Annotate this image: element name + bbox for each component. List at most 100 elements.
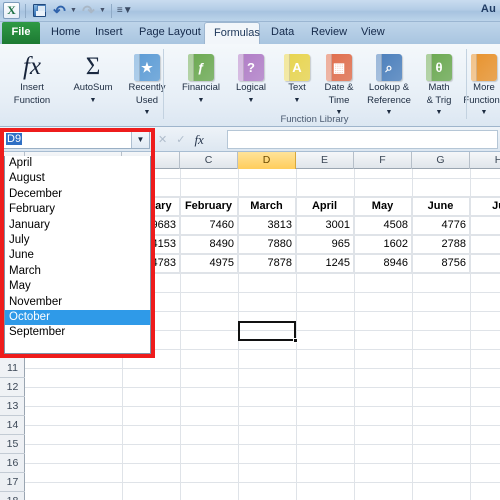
formula-input[interactable] xyxy=(227,130,498,149)
formula-bar-buttons: ✕ ✓ fx xyxy=(158,130,204,149)
date-time-book-icon: ▦ xyxy=(326,54,352,81)
excel-window: X ↶ ▼ ↷ ▼ ≡▼ Au File Home Insert Page Layou… xyxy=(0,0,500,500)
cell-H[interactable]: 9 xyxy=(470,235,500,254)
cell-G[interactable]: June xyxy=(412,197,470,216)
dropdown-item-december[interactable]: December xyxy=(5,187,150,202)
customize-qat-icon[interactable]: ≡▼ xyxy=(117,5,133,16)
cell-H[interactable]: 4 xyxy=(470,216,500,235)
redo-dropdown-icon[interactable]: ▼ xyxy=(99,7,106,14)
dropdown-item-march[interactable]: March xyxy=(5,264,150,279)
enter-icon[interactable]: ✓ xyxy=(176,133,185,146)
undo-dropdown-icon[interactable]: ▼ xyxy=(70,7,77,14)
ribbon-button-recently-used[interactable]: ★ Recently Used ▼ xyxy=(118,47,176,119)
cell-C[interactable]: 8490 xyxy=(180,235,238,254)
column-header-G[interactable]: G xyxy=(412,152,470,169)
cell-H[interactable]: 3 xyxy=(470,254,500,273)
tab-home[interactable]: Home xyxy=(42,22,84,44)
row-header-18[interactable]: 18 xyxy=(0,492,25,500)
cell-C[interactable]: February xyxy=(180,197,238,216)
fx-icon[interactable]: fx xyxy=(194,132,203,148)
dropdown-item-april[interactable]: April xyxy=(5,156,150,171)
ribbon-button-insert-function[interactable]: fx Insert Function xyxy=(3,47,61,106)
group-divider-2 xyxy=(466,49,467,119)
redo-button[interactable]: ↷ xyxy=(80,2,97,20)
logical-book-icon: ? xyxy=(238,54,264,81)
ribbon-button-label-2: Used xyxy=(135,94,159,106)
row-header-11[interactable]: 11 xyxy=(0,359,25,378)
dropdown-item-october[interactable]: October xyxy=(5,309,150,326)
dropdown-item-august[interactable]: August xyxy=(5,171,150,186)
cell-C[interactable]: 4975 xyxy=(180,254,238,273)
tab-insert[interactable]: Insert xyxy=(86,22,128,44)
excel-logo-icon[interactable]: X xyxy=(3,2,20,19)
gridline xyxy=(25,444,500,445)
row-header-16[interactable]: 16 xyxy=(0,454,25,473)
name-box-dropdown-annotation: April August December February January July Ju… xyxy=(0,128,155,358)
named-range-dropdown-list[interactable]: April August December February January July Ju… xyxy=(4,156,151,354)
dropdown-item-november[interactable]: November xyxy=(5,295,150,310)
dropdown-item-february[interactable]: February xyxy=(5,202,150,217)
financial-book-icon: ƒ xyxy=(188,54,214,81)
column-header-F[interactable]: F xyxy=(354,152,412,169)
column-header-E[interactable]: E xyxy=(296,152,354,169)
column-header-D[interactable]: D xyxy=(238,152,296,169)
row-header-17[interactable]: 17 xyxy=(0,473,25,492)
row-header-15[interactable]: 15 xyxy=(0,435,25,454)
dropdown-arrow-icon[interactable]: ▼ xyxy=(64,96,122,107)
name-box-dropdown-anchor[interactable] xyxy=(4,132,151,156)
function-library-group-label: Function Library xyxy=(280,114,349,125)
tab-view[interactable]: View xyxy=(352,22,392,44)
tab-page-layout[interactable]: Page Layout xyxy=(130,22,202,44)
cell-G[interactable]: 8756 xyxy=(412,254,470,273)
save-button[interactable] xyxy=(31,2,48,19)
cell-C[interactable]: 7460 xyxy=(180,216,238,235)
cell-G[interactable]: 2788 xyxy=(412,235,470,254)
cell-E[interactable]: 1245 xyxy=(296,254,354,273)
redo-arrow-icon: ↷ xyxy=(82,2,95,20)
cell-H[interactable]: Ju xyxy=(470,197,500,216)
dropdown-item-june[interactable]: June xyxy=(5,248,150,263)
dropdown-item-may[interactable]: May xyxy=(5,279,150,294)
column-header-C[interactable]: C xyxy=(180,152,238,169)
gridline xyxy=(25,387,500,388)
cell-F[interactable]: 8946 xyxy=(354,254,412,273)
tab-data[interactable]: Data xyxy=(262,22,300,44)
ribbon-button-label: Insert xyxy=(20,82,44,93)
window-title: Au xyxy=(480,3,496,15)
tab-formulas[interactable]: Formulas xyxy=(204,22,260,44)
cell-F[interactable]: 4508 xyxy=(354,216,412,235)
cell-D[interactable]: 7878 xyxy=(238,254,296,273)
row-header-13[interactable]: 13 xyxy=(0,397,25,416)
active-cell-selection[interactable] xyxy=(238,321,296,341)
text-book-icon: A xyxy=(284,54,310,81)
ribbon-button-autosum[interactable]: Σ AutoSum ▼ xyxy=(64,47,122,106)
tab-file[interactable]: File xyxy=(2,22,40,44)
column-header-H[interactable]: H xyxy=(470,152,500,169)
ribbon-button-more-functions[interactable]: MoreFunctions▼ xyxy=(455,47,500,119)
qat-divider-2 xyxy=(110,3,112,18)
cell-G[interactable]: 4776 xyxy=(412,216,470,235)
row-header-14[interactable]: 14 xyxy=(0,416,25,435)
cell-D[interactable]: 3813 xyxy=(238,216,296,235)
dropdown-item-september[interactable]: September xyxy=(5,325,150,340)
dropdown-item-july[interactable]: July xyxy=(5,233,150,248)
lookup-reference-book-icon: ⌕ xyxy=(376,54,402,81)
cell-E[interactable]: 3001 xyxy=(296,216,354,235)
undo-button[interactable]: ↶ xyxy=(51,2,68,20)
save-icon xyxy=(33,4,46,17)
row-header-12[interactable]: 12 xyxy=(0,378,25,397)
cell-E[interactable]: 965 xyxy=(296,235,354,254)
gridline xyxy=(25,482,500,483)
fill-handle[interactable] xyxy=(293,338,298,343)
ribbon-button-label: Recently xyxy=(128,82,166,93)
cell-D[interactable]: 7880 xyxy=(238,235,296,254)
tab-review[interactable]: Review xyxy=(302,22,350,44)
more-functions-book-icon xyxy=(471,54,497,81)
cell-D[interactable]: March xyxy=(238,197,296,216)
cell-F[interactable]: 1602 xyxy=(354,235,412,254)
dropdown-item-january[interactable]: January xyxy=(5,218,150,233)
cell-F[interactable]: May xyxy=(354,197,412,216)
ribbon-button-label-2: Function xyxy=(13,94,51,106)
cell-E[interactable]: April xyxy=(296,197,354,216)
cancel-icon[interactable]: ✕ xyxy=(158,133,167,146)
